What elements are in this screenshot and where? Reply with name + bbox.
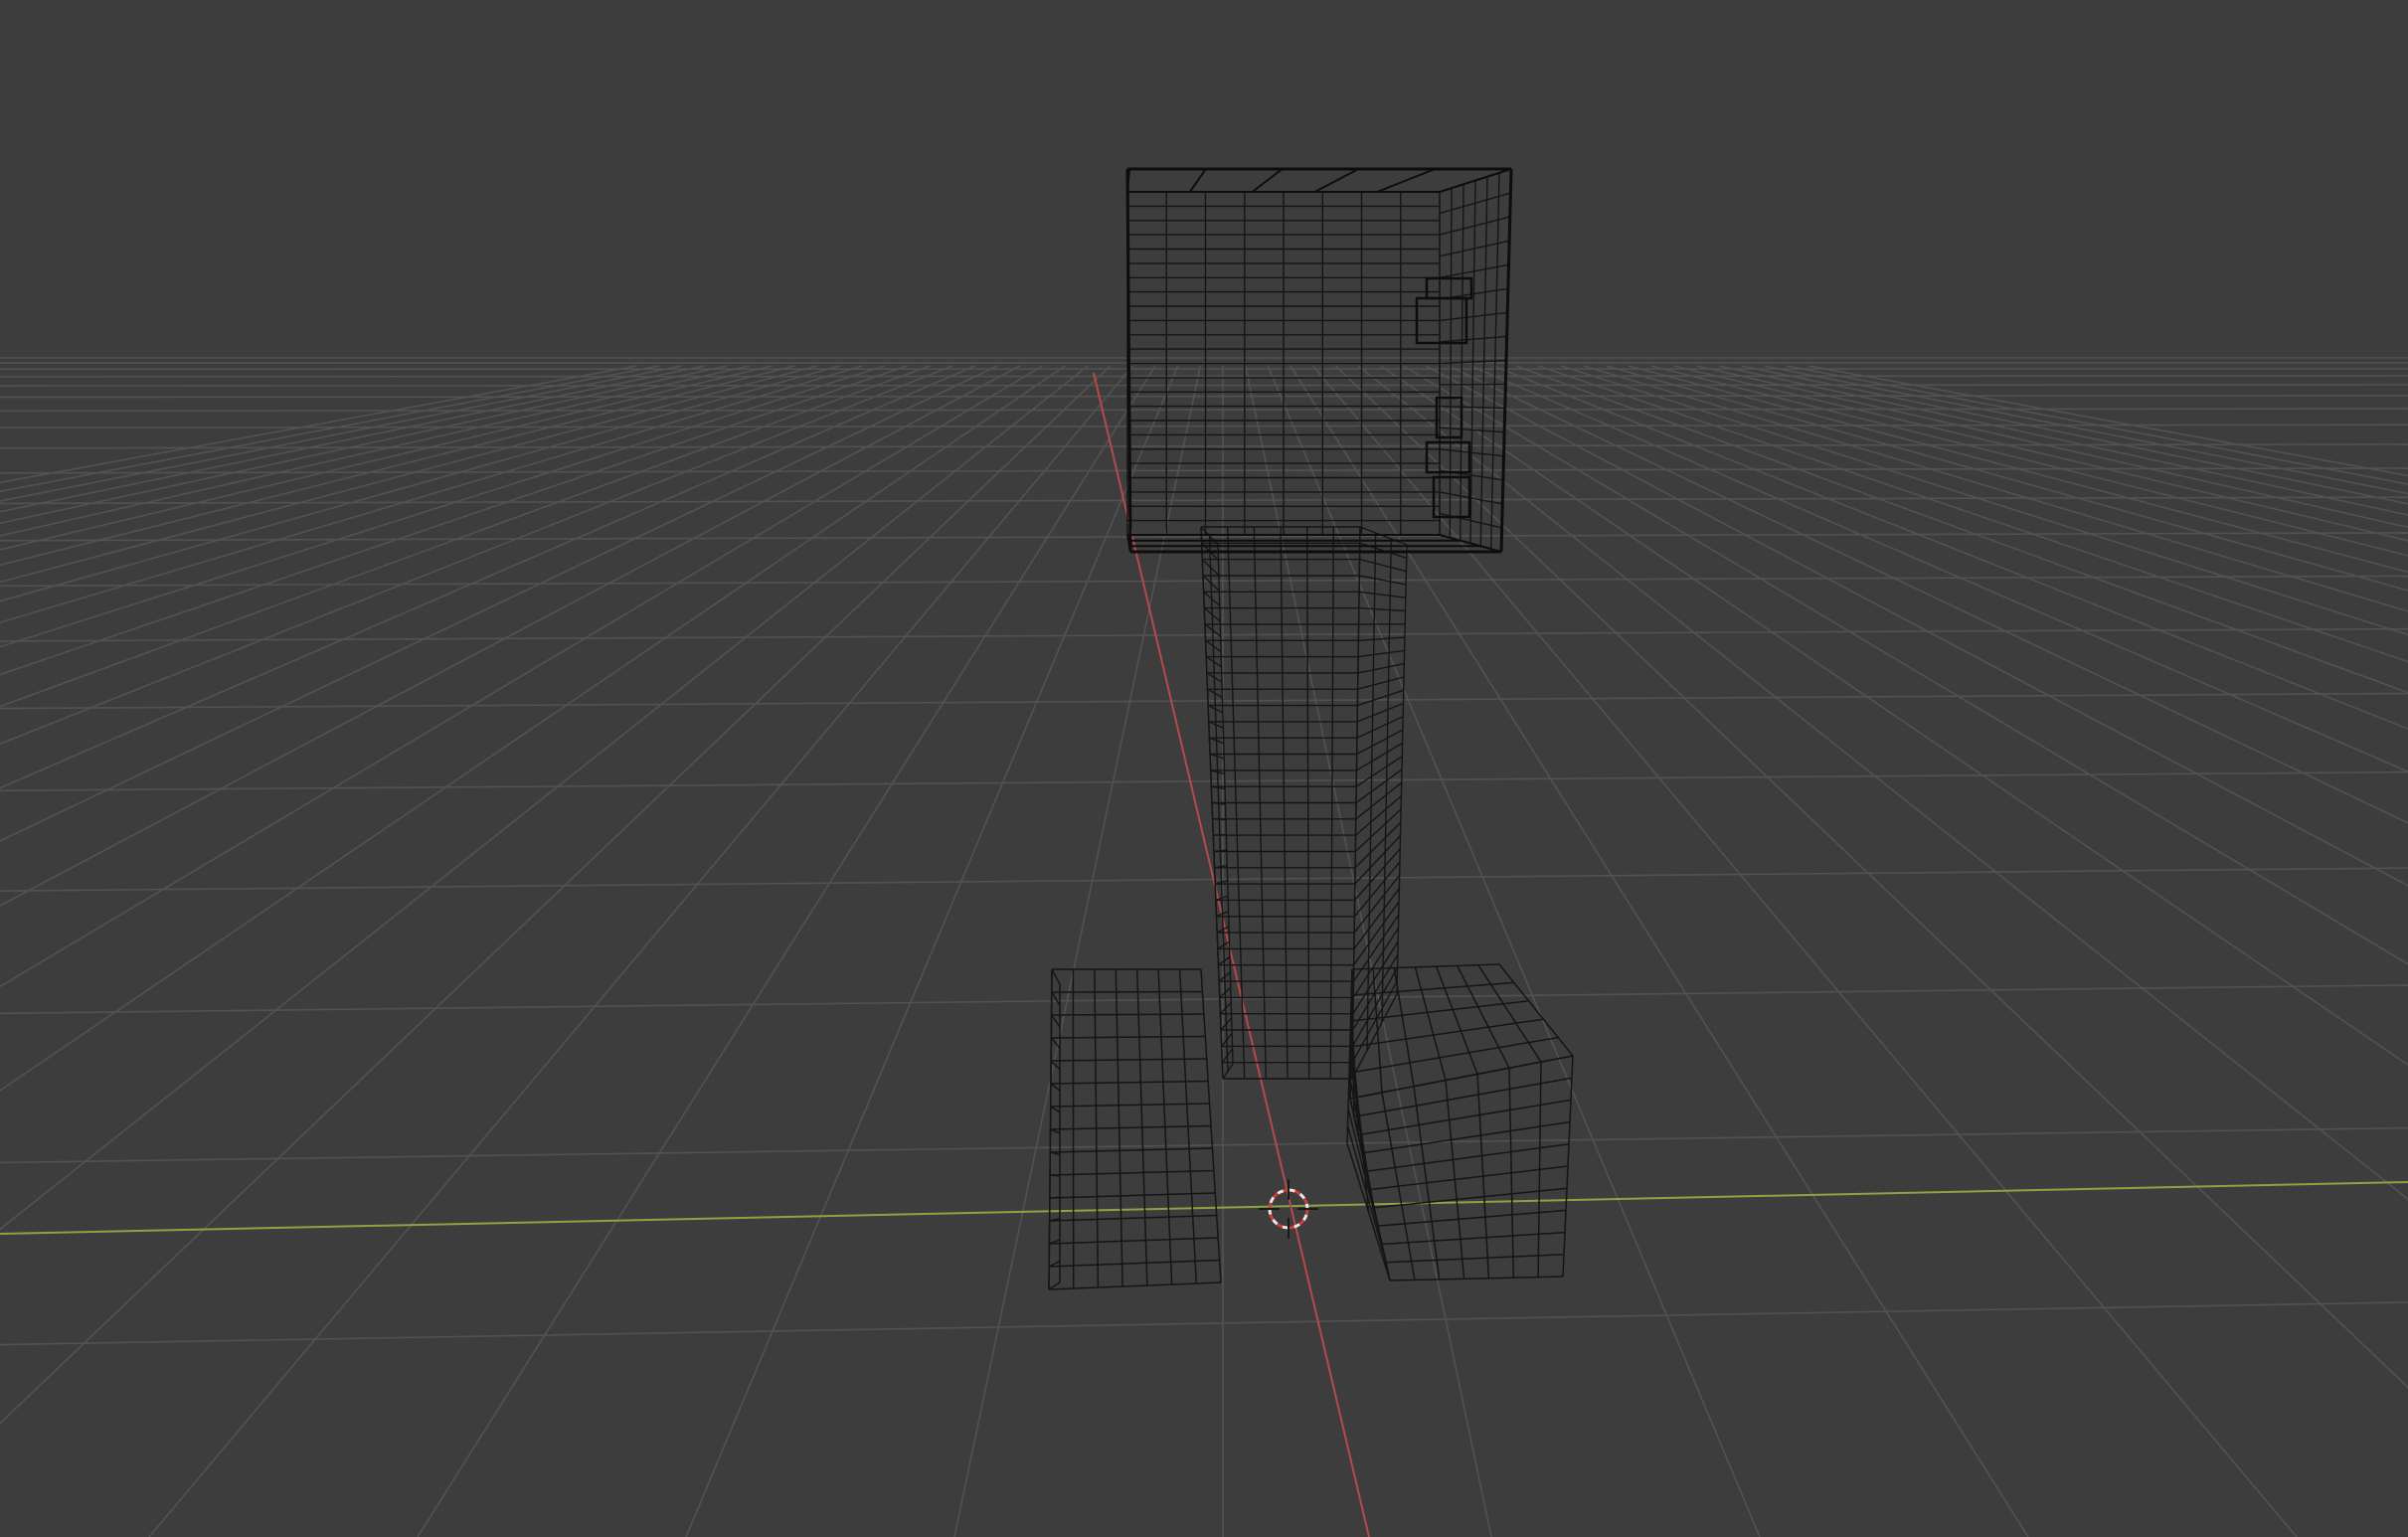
wire-edge [1050, 1174, 1061, 1177]
wire-edge [1212, 818, 1226, 821]
viewport-background [0, 0, 2408, 1537]
wire-edge [1051, 990, 1203, 993]
grid-line [0, 375, 2408, 378]
viewport-3d[interactable] [0, 0, 2408, 1537]
wire-edge [1439, 383, 1506, 386]
viewport-canvas[interactable] [0, 0, 2408, 1537]
wire-edge [1051, 1013, 1204, 1016]
wire-edge [1049, 1196, 1061, 1199]
